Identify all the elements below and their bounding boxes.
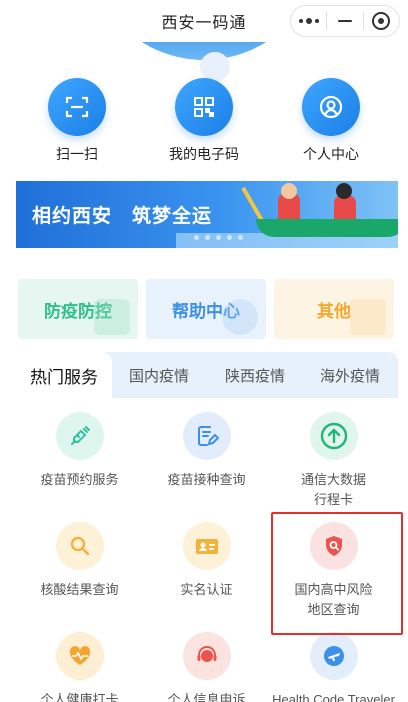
tab-shaanxi-epidemic[interactable]: 陕西疫情 — [225, 352, 285, 398]
personal-center-label: 个人中心 — [303, 146, 359, 162]
mini-program-capsule — [290, 5, 400, 37]
document-edit-icon — [197, 426, 219, 446]
page-title: 西安一码通 — [161, 15, 247, 32]
scan-icon — [65, 96, 89, 118]
service-info-appeal[interactable]: 个人信息申诉 — [143, 632, 270, 702]
category-epidemic-prevention[interactable]: 防疫防控 — [18, 279, 138, 339]
service-itinerary-card[interactable]: 通信大数据 行程卡 — [270, 412, 397, 510]
tab-overseas-epidemic[interactable]: 海外疫情 — [320, 352, 380, 398]
service-grid: 疫苗预约服务 疫苗接种查询 通信大数据 行程卡 核酸结果查询 实名认证 国内高中… — [16, 398, 398, 702]
service-nucleic-acid-result[interactable]: 核酸结果查询 — [16, 522, 143, 600]
category-other[interactable]: 其他 — [274, 279, 394, 339]
syringe-icon — [70, 426, 90, 445]
banner-boat — [256, 219, 398, 237]
magnifier-icon — [70, 536, 89, 556]
customer-service-icon — [197, 646, 216, 662]
more-dots-icon — [298, 18, 319, 24]
scan-button[interactable]: 扫一扫 — [22, 78, 132, 164]
service-real-name-auth[interactable]: 实名认证 — [143, 522, 270, 600]
title-bar: 西安一码通 — [0, 0, 408, 42]
banner-pager-dots — [194, 235, 243, 240]
my-ecode-button[interactable]: 我的电子码 — [149, 78, 259, 164]
scan-label: 扫一扫 — [56, 146, 98, 162]
arrow-up-circle-icon — [320, 422, 347, 450]
service-health-code-traveler[interactable]: Health Code Traveler — [270, 632, 397, 702]
tab-hot-services[interactable]: 热门服务 — [16, 352, 112, 398]
more-button[interactable] — [291, 6, 326, 36]
tab-domestic-epidemic[interactable]: 国内疫情 — [129, 352, 189, 398]
quick-actions: 扫一扫 我的电子码 个人中心 — [0, 78, 408, 168]
category-cards: 防疫防控 帮助中心 其他 — [18, 279, 398, 339]
airplane-icon — [323, 646, 344, 666]
qrcode-icon — [194, 97, 214, 117]
id-card-icon — [195, 539, 218, 554]
question-icon — [222, 299, 258, 335]
close-button[interactable] — [364, 6, 399, 36]
minimize-button[interactable] — [327, 6, 362, 36]
house-icon — [350, 299, 386, 335]
user-icon — [319, 95, 343, 119]
my-ecode-label: 我的电子码 — [169, 146, 239, 162]
service-risk-area-query[interactable]: 国内高中风险 地区查询 — [270, 522, 397, 620]
promo-banner[interactable]: 相约西安 筑梦全运 — [16, 181, 398, 248]
minus-icon — [337, 19, 352, 23]
clipboard-icon — [94, 299, 130, 335]
heart-pulse-icon — [69, 646, 90, 665]
shield-search-icon — [325, 536, 342, 556]
category-help-center[interactable]: 帮助中心 — [146, 279, 266, 339]
category-label: 其他 — [317, 301, 351, 321]
service-vaccine-appointment[interactable]: 疫苗预约服务 — [16, 412, 143, 490]
target-icon — [372, 12, 391, 30]
service-tabs: 热门服务 国内疫情 陕西疫情 海外疫情 — [16, 352, 398, 398]
service-vaccination-query[interactable]: 疫苗接种查询 — [143, 412, 270, 490]
banner-text: 相约西安 筑梦全运 — [32, 206, 213, 227]
service-health-checkin[interactable]: 个人健康打卡 — [16, 632, 143, 702]
personal-center-button[interactable]: 个人中心 — [276, 78, 386, 164]
